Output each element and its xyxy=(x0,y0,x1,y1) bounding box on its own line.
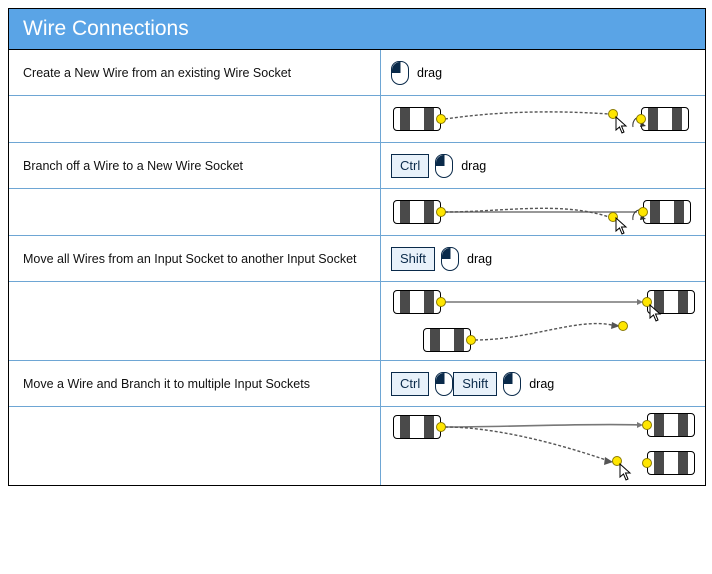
mouse-left-icon xyxy=(503,372,521,396)
output-port-icon xyxy=(436,207,446,217)
output-port-icon xyxy=(466,335,476,345)
output-port-icon xyxy=(436,422,446,432)
drag-port-icon xyxy=(618,321,628,331)
drag-label: drag xyxy=(461,159,486,173)
drag-label: drag xyxy=(529,377,554,391)
action-row: Create a New Wire from an existing Wire … xyxy=(9,50,705,96)
action-keys: Shift drag xyxy=(381,236,705,281)
node-block xyxy=(393,290,441,314)
illustration-row xyxy=(9,407,705,485)
mouse-left-icon xyxy=(391,61,409,85)
node-block xyxy=(423,328,471,352)
input-port-icon xyxy=(642,420,652,430)
action-row: Move all Wires from an Input Socket to a… xyxy=(9,236,705,282)
ctrl-key: Ctrl xyxy=(391,372,429,396)
drag-label: drag xyxy=(467,252,492,266)
wire-connections-panel: Wire Connections Create a New Wire from … xyxy=(8,8,706,486)
node-block xyxy=(393,415,441,439)
panel-title: Wire Connections xyxy=(9,9,705,50)
illustration-row xyxy=(9,189,705,236)
action-desc: Branch off a Wire to a New Wire Socket xyxy=(9,143,381,188)
cursor-icon xyxy=(619,463,633,481)
drag-label: drag xyxy=(417,66,442,80)
action-row: Move a Wire and Branch it to multiple In… xyxy=(9,361,705,407)
shift-key: Shift xyxy=(453,372,497,396)
illustration-row xyxy=(9,96,705,143)
output-port-icon xyxy=(436,114,446,124)
action-desc: Create a New Wire from an existing Wire … xyxy=(9,50,381,95)
input-port-icon xyxy=(638,207,648,217)
action-row: Branch off a Wire to a New Wire Socket C… xyxy=(9,143,705,189)
action-keys: Ctrl Shift drag xyxy=(381,361,705,406)
output-port-icon xyxy=(436,297,446,307)
cursor-icon xyxy=(615,217,629,235)
action-keys: Ctrl drag xyxy=(381,143,705,188)
node-block xyxy=(647,413,695,437)
node-block xyxy=(393,107,441,131)
mouse-left-icon xyxy=(441,247,459,271)
cursor-icon xyxy=(649,304,663,322)
illustration-row xyxy=(9,282,705,361)
mouse-left-icon xyxy=(435,154,453,178)
node-block xyxy=(641,107,689,131)
action-desc: Move all Wires from an Input Socket to a… xyxy=(9,236,381,281)
mouse-left-icon xyxy=(435,372,453,396)
cursor-icon xyxy=(615,116,629,134)
shift-key: Shift xyxy=(391,247,435,271)
action-desc: Move a Wire and Branch it to multiple In… xyxy=(9,361,381,406)
ctrl-key: Ctrl xyxy=(391,154,429,178)
node-block xyxy=(393,200,441,224)
node-block xyxy=(647,451,695,475)
action-keys: drag xyxy=(381,50,705,95)
input-port-icon xyxy=(636,114,646,124)
input-port-icon xyxy=(642,458,652,468)
node-block xyxy=(643,200,691,224)
